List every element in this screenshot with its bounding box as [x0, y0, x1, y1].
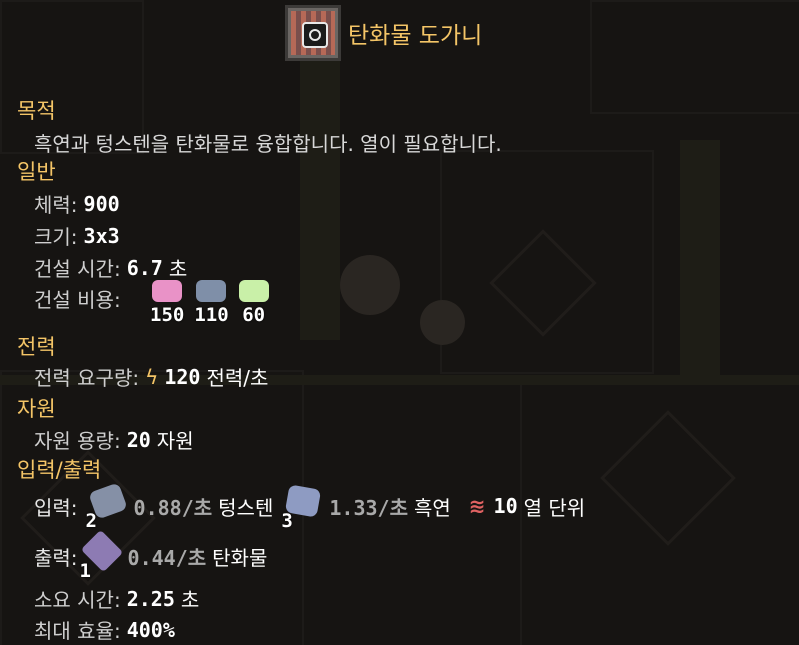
output-row: 출력: 1 0.44/초 탄화물 [34, 529, 268, 582]
building-info-panel: 탄화물 도가니 목적 흑연과 텅스텐을 탄화물로 융합합니다. 열이 필요합니다… [0, 0, 799, 645]
pink-crystal-icon [152, 280, 183, 302]
craft-time-unit: 초 [180, 588, 200, 612]
craft-time-row: 소요 시간: 2.25 초 [34, 584, 199, 613]
build-cost-item: 150 [150, 280, 184, 328]
build-time-value: 6.7 [126, 255, 163, 280]
building-name: 탄화물 도가니 [348, 23, 483, 49]
power-usage-label: 전력 요구량: [34, 366, 140, 390]
output-rate: 0.44/초 [127, 545, 207, 570]
input-item: 2 [86, 482, 130, 532]
build-cost-amount: 60 [242, 304, 266, 326]
size-label: 크기: [34, 225, 78, 249]
size-row: 크기: 3x3 [34, 221, 120, 250]
build-cost-label: 건설 비용: [34, 288, 121, 312]
carbide-crucible-icon [285, 5, 341, 61]
lightning-icon: ϟ [145, 364, 159, 389]
build-time-unit: 초 [168, 257, 188, 281]
power-heading: 전력 [17, 335, 56, 359]
output-item: 1 [80, 529, 124, 582]
build-cost-amount: 150 [150, 304, 185, 326]
output-name: 탄화물 [212, 545, 268, 570]
build-time-row: 건설 시간: 6.7 초 [34, 253, 187, 282]
io-heading: 입력/출력 [17, 458, 102, 482]
power-usage-row: 전력 요구량: ϟ 120 전력/초 [34, 362, 268, 391]
heat-unit: 열 단위 [523, 495, 586, 520]
input-item: 3 [281, 484, 325, 532]
input-row: 입력: 2 0.88/초 텅스텐 3 1.33/초 흑연 ≋ 10 열 단위 [34, 482, 586, 532]
output-count: 1 [79, 560, 91, 582]
heat-icon: ≋ [468, 494, 486, 518]
tungsten-icon [196, 280, 227, 302]
craft-time-label: 소요 시간: [34, 588, 121, 612]
resource-capacity-row: 자원 용량: 20 자원 [34, 425, 194, 454]
max-efficiency-row: 최대 효율: 400% [34, 615, 175, 644]
input-name: 흑연 [413, 495, 451, 520]
input-rate: 1.33/초 [329, 495, 408, 520]
input-rate: 0.88/초 [133, 495, 213, 520]
health-label: 체력: [34, 193, 78, 217]
input-count: 3 [281, 510, 293, 532]
general-heading: 일반 [17, 160, 56, 184]
purpose-heading: 목적 [17, 99, 56, 123]
purpose-description: 흑연과 텅스텐을 탄화물로 융합합니다. 열이 필요합니다. [34, 132, 502, 156]
max-efficiency-value: 400% [126, 617, 175, 642]
heat-value: 10 [493, 494, 518, 518]
green-crystal-icon [238, 280, 269, 302]
resources-heading: 자원 [17, 397, 56, 421]
health-value: 900 [83, 191, 120, 216]
power-usage-unit: 전력/초 [206, 366, 269, 390]
resource-capacity-value: 20 [126, 427, 151, 452]
output-label: 출력: [34, 545, 78, 570]
craft-time-value: 2.25 [126, 586, 175, 611]
input-label: 입력: [34, 495, 78, 520]
power-usage-value: 120 [164, 364, 201, 389]
title-row: 탄화물 도가니 [285, 5, 482, 61]
build-cost-items: 150 110 60 [150, 280, 279, 328]
max-efficiency-label: 최대 효율: [34, 619, 121, 643]
build-cost-item: 110 [194, 280, 229, 328]
input-count: 2 [85, 510, 97, 532]
build-cost-amount: 110 [194, 304, 229, 326]
resource-capacity-unit: 자원 [156, 429, 194, 453]
health-row: 체력: 900 [34, 189, 120, 218]
size-value: 3x3 [83, 223, 120, 248]
resource-capacity-label: 자원 용량: [34, 429, 121, 453]
build-time-label: 건설 시간: [34, 257, 121, 281]
build-cost-item: 60 [238, 280, 269, 328]
build-cost-row: 건설 비용: [34, 284, 121, 313]
input-name: 텅스텐 [218, 495, 274, 520]
